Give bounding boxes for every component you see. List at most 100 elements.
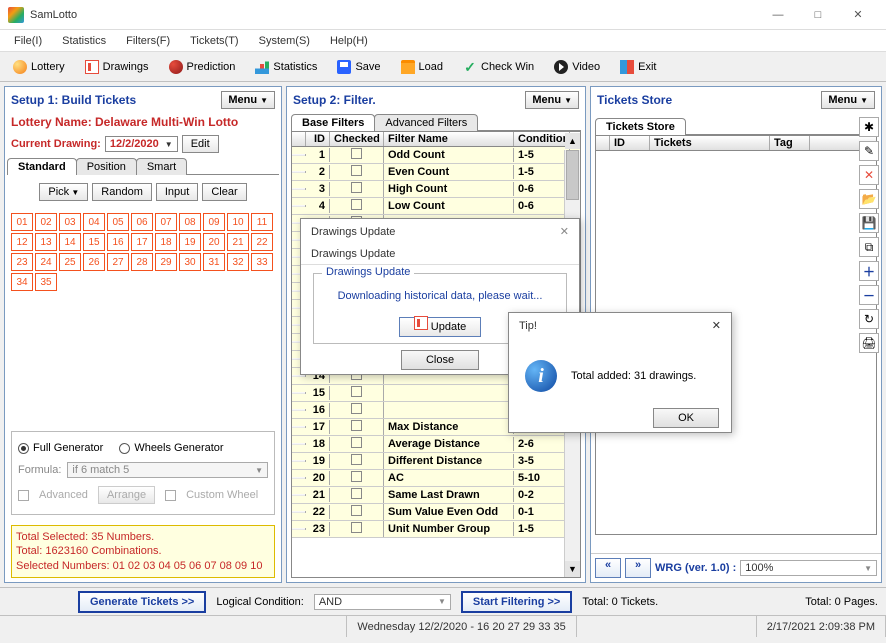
tool-remove-icon[interactable]: － bbox=[859, 285, 879, 305]
number-13[interactable]: 13 bbox=[35, 233, 57, 251]
filter-row[interactable]: 18Average Distance2-6 bbox=[292, 436, 580, 453]
tb-checkwin[interactable]: ✓Check Win bbox=[454, 56, 543, 78]
close-button[interactable]: ✕ bbox=[838, 0, 878, 30]
filter-row[interactable]: 22Sum Value Even Odd0-1 bbox=[292, 504, 580, 521]
number-28[interactable]: 28 bbox=[131, 253, 153, 271]
generate-tickets-button[interactable]: Generate Tickets >> bbox=[78, 591, 206, 613]
number-20[interactable]: 20 bbox=[203, 233, 225, 251]
minimize-button[interactable]: — bbox=[758, 0, 798, 30]
scroll-down-icon[interactable]: ▼ bbox=[565, 561, 580, 577]
edit-button[interactable]: Edit bbox=[182, 135, 219, 153]
filter-checkbox[interactable] bbox=[351, 488, 362, 499]
filter-checkbox[interactable] bbox=[351, 165, 362, 176]
number-11[interactable]: 11 bbox=[251, 213, 273, 231]
tab-base-filters[interactable]: Base Filters bbox=[291, 114, 375, 131]
filter-row[interactable]: 21Same Last Drawn0-2 bbox=[292, 487, 580, 504]
tb-drawings[interactable]: Drawings bbox=[76, 56, 158, 78]
number-04[interactable]: 04 bbox=[83, 213, 105, 231]
tb-load[interactable]: Load bbox=[392, 56, 452, 78]
number-06[interactable]: 06 bbox=[131, 213, 153, 231]
filter-checkbox[interactable] bbox=[351, 182, 362, 193]
ok-button[interactable]: OK bbox=[653, 408, 719, 428]
menu-filters[interactable]: Filters(F) bbox=[116, 33, 180, 49]
filter-checkbox[interactable] bbox=[351, 148, 362, 159]
tool-edit-icon[interactable]: ✎ bbox=[859, 141, 879, 161]
close-button-dlg[interactable]: Close bbox=[401, 350, 479, 370]
scroll-thumb[interactable] bbox=[566, 150, 579, 200]
number-19[interactable]: 19 bbox=[179, 233, 201, 251]
tool-refresh-icon[interactable]: ↻ bbox=[859, 309, 879, 329]
number-30[interactable]: 30 bbox=[179, 253, 201, 271]
number-15[interactable]: 15 bbox=[83, 233, 105, 251]
nav-next[interactable]: » bbox=[625, 558, 651, 578]
number-12[interactable]: 12 bbox=[11, 233, 33, 251]
filter-checkbox[interactable] bbox=[351, 386, 362, 397]
filter-checkbox[interactable] bbox=[351, 471, 362, 482]
filter-row[interactable]: 3High Count0-6 bbox=[292, 181, 580, 198]
update-button[interactable]: Update bbox=[399, 317, 482, 337]
tool-new-icon[interactable]: ✱ bbox=[859, 117, 879, 137]
tb-exit[interactable]: Exit bbox=[611, 56, 665, 78]
tb-statistics[interactable]: Statistics bbox=[246, 56, 326, 78]
menu-system[interactable]: System(S) bbox=[249, 33, 320, 49]
number-31[interactable]: 31 bbox=[203, 253, 225, 271]
filter-checkbox[interactable] bbox=[351, 403, 362, 414]
number-17[interactable]: 17 bbox=[131, 233, 153, 251]
tab-advanced-filters[interactable]: Advanced Filters bbox=[374, 114, 478, 131]
filter-checkbox[interactable] bbox=[351, 199, 362, 210]
tb-save[interactable]: Save bbox=[328, 56, 389, 78]
number-26[interactable]: 26 bbox=[83, 253, 105, 271]
number-02[interactable]: 02 bbox=[35, 213, 57, 231]
maximize-button[interactable]: □ bbox=[798, 0, 838, 30]
pick-button[interactable]: Pick bbox=[39, 183, 88, 201]
logical-condition-combo[interactable]: AND bbox=[314, 594, 451, 610]
store-menu[interactable]: Menu bbox=[821, 91, 875, 109]
number-23[interactable]: 23 bbox=[11, 253, 33, 271]
number-01[interactable]: 01 bbox=[11, 213, 33, 231]
menu-tickets[interactable]: Tickets(T) bbox=[180, 33, 248, 49]
number-21[interactable]: 21 bbox=[227, 233, 249, 251]
number-08[interactable]: 08 bbox=[179, 213, 201, 231]
number-29[interactable]: 29 bbox=[155, 253, 177, 271]
number-07[interactable]: 07 bbox=[155, 213, 177, 231]
number-27[interactable]: 27 bbox=[107, 253, 129, 271]
tab-position[interactable]: Position bbox=[76, 158, 137, 175]
zoom-combo[interactable]: 100% bbox=[740, 560, 877, 576]
filter-checkbox[interactable] bbox=[351, 505, 362, 516]
tool-copy-icon[interactable]: ⧉ bbox=[859, 237, 879, 257]
radio-wheels-generator[interactable]: Wheels Generator bbox=[119, 442, 223, 454]
formula-combo[interactable]: if 6 match 5 bbox=[67, 462, 268, 478]
radio-full-generator[interactable]: Full Generator bbox=[18, 442, 103, 454]
number-10[interactable]: 10 bbox=[227, 213, 249, 231]
setup1-menu[interactable]: Menu bbox=[221, 91, 275, 109]
clear-button[interactable]: Clear bbox=[202, 183, 246, 201]
tool-open-icon[interactable]: 📂 bbox=[859, 189, 879, 209]
menu-help[interactable]: Help(H) bbox=[320, 33, 378, 49]
current-drawing-date[interactable]: 12/2/2020 bbox=[105, 136, 178, 152]
filter-row[interactable]: 20AC5-10 bbox=[292, 470, 580, 487]
number-35[interactable]: 35 bbox=[35, 273, 57, 291]
number-32[interactable]: 32 bbox=[227, 253, 249, 271]
random-button[interactable]: Random bbox=[92, 183, 152, 201]
tb-prediction[interactable]: Prediction bbox=[160, 56, 245, 78]
filter-row[interactable]: 1Odd Count1-5 bbox=[292, 147, 580, 164]
tool-print-icon[interactable]: 🖨 bbox=[859, 333, 879, 353]
tool-delete-icon[interactable]: ✕ bbox=[859, 165, 879, 185]
menu-file[interactable]: File(I) bbox=[4, 33, 52, 49]
chk-custom-wheel[interactable] bbox=[165, 490, 176, 501]
filter-checkbox[interactable] bbox=[351, 522, 362, 533]
number-03[interactable]: 03 bbox=[59, 213, 81, 231]
start-filtering-button[interactable]: Start Filtering >> bbox=[461, 591, 572, 613]
tb-video[interactable]: Video bbox=[545, 56, 609, 78]
number-22[interactable]: 22 bbox=[251, 233, 273, 251]
filter-row[interactable]: 4Low Count0-6 bbox=[292, 198, 580, 215]
number-33[interactable]: 33 bbox=[251, 253, 273, 271]
number-14[interactable]: 14 bbox=[59, 233, 81, 251]
menu-statistics[interactable]: Statistics bbox=[52, 33, 116, 49]
number-16[interactable]: 16 bbox=[107, 233, 129, 251]
tool-add-icon[interactable]: ＋ bbox=[859, 261, 879, 281]
filter-checkbox[interactable] bbox=[351, 420, 362, 431]
tool-save-icon[interactable]: 💾 bbox=[859, 213, 879, 233]
tab-tickets-store[interactable]: Tickets Store bbox=[595, 118, 686, 135]
tab-standard[interactable]: Standard bbox=[7, 158, 77, 175]
